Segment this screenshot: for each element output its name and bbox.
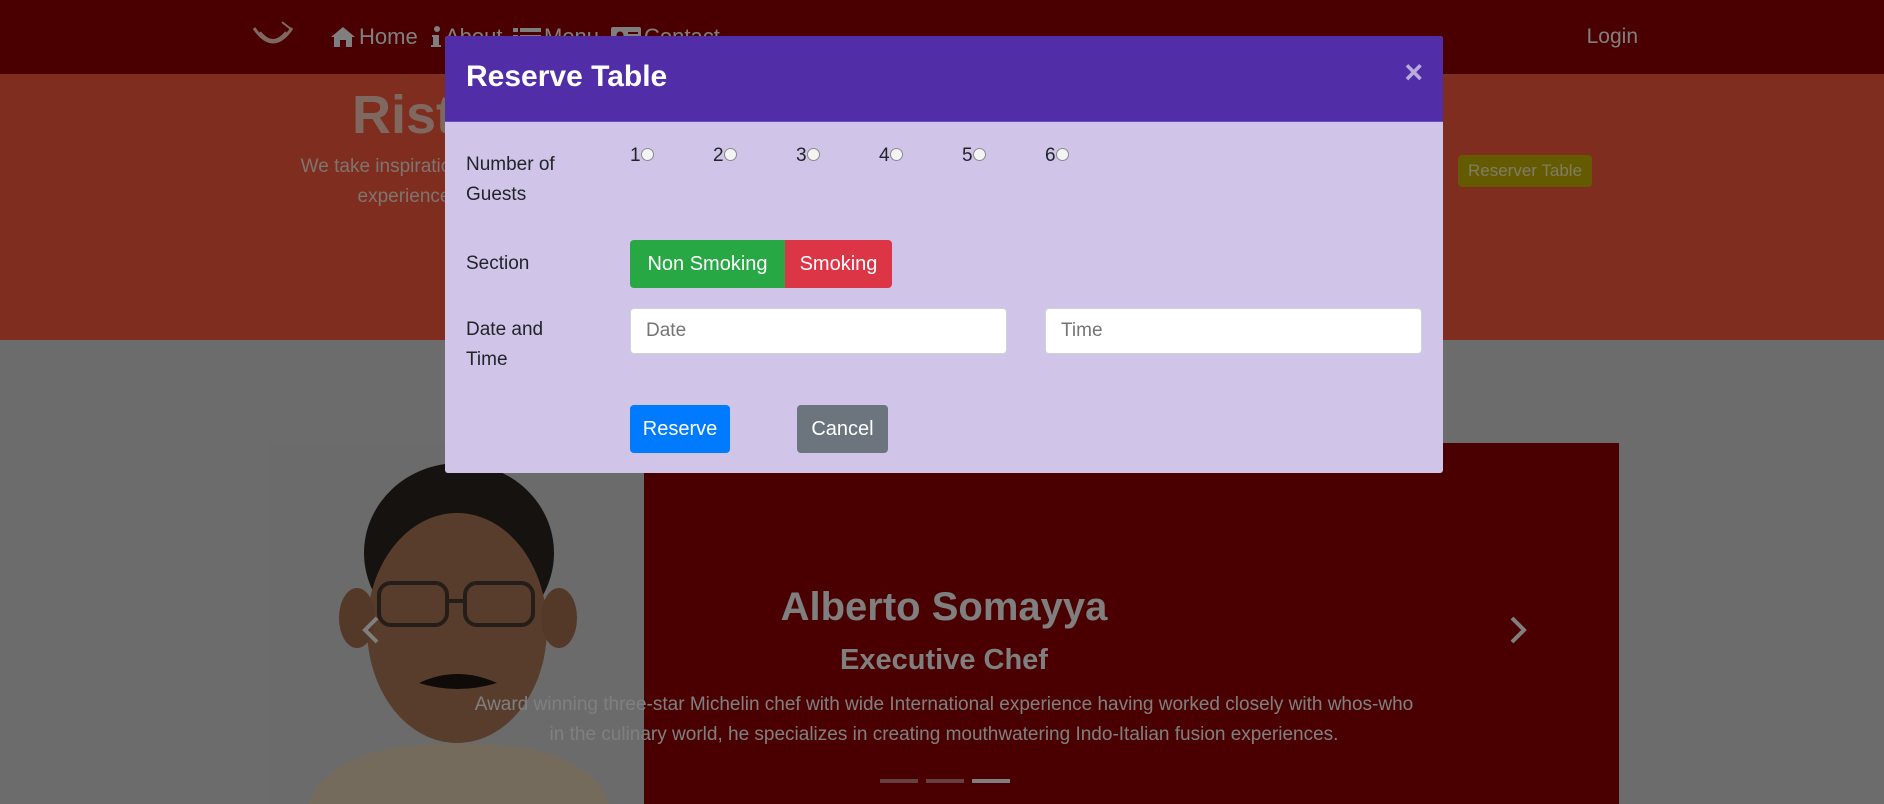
guest-option-label: 5 <box>962 145 973 166</box>
guests-radio-group: 1 2 3 4 5 6 <box>630 145 1128 167</box>
date-input[interactable] <box>630 308 1007 354</box>
guest-option-3[interactable]: 3 <box>796 145 879 167</box>
guest-option-6[interactable]: 6 <box>1045 145 1128 167</box>
datetime-label: Date and Time <box>466 319 544 370</box>
reserve-table-modal: Reserve Table × Number of Guests 1 2 3 4… <box>445 36 1443 473</box>
non-smoking-button[interactable]: Non Smoking <box>630 240 785 288</box>
time-input[interactable] <box>1045 308 1422 354</box>
guest-option-label: 3 <box>796 145 807 166</box>
guest-option-5[interactable]: 5 <box>962 145 1045 167</box>
radio-button[interactable] <box>806 148 820 161</box>
radio-button[interactable] <box>1055 148 1069 161</box>
guests-label: Number of Guests <box>466 154 555 205</box>
radio-button[interactable] <box>972 148 986 161</box>
modal-header: Reserve Table × <box>445 36 1443 122</box>
radio-button[interactable] <box>640 148 654 161</box>
radio-button[interactable] <box>889 148 903 161</box>
guest-option-label: 1 <box>630 145 641 166</box>
guest-option-4[interactable]: 4 <box>879 145 962 167</box>
guest-option-label: 6 <box>1045 145 1056 166</box>
smoking-button[interactable]: Smoking <box>785 240 892 288</box>
radio-button[interactable] <box>723 148 737 161</box>
guest-option-label: 4 <box>879 145 890 166</box>
section-toggle-group: Non Smoking Smoking <box>630 240 892 288</box>
reserve-button[interactable]: Reserve <box>630 405 730 453</box>
modal-title: Reserve Table <box>466 60 668 93</box>
close-icon[interactable]: × <box>1404 56 1423 88</box>
guest-option-1[interactable]: 1 <box>630 145 713 167</box>
section-label: Section <box>466 253 530 274</box>
cancel-button[interactable]: Cancel <box>797 405 888 453</box>
guest-option-label: 2 <box>713 145 724 166</box>
guest-option-2[interactable]: 2 <box>713 145 796 167</box>
